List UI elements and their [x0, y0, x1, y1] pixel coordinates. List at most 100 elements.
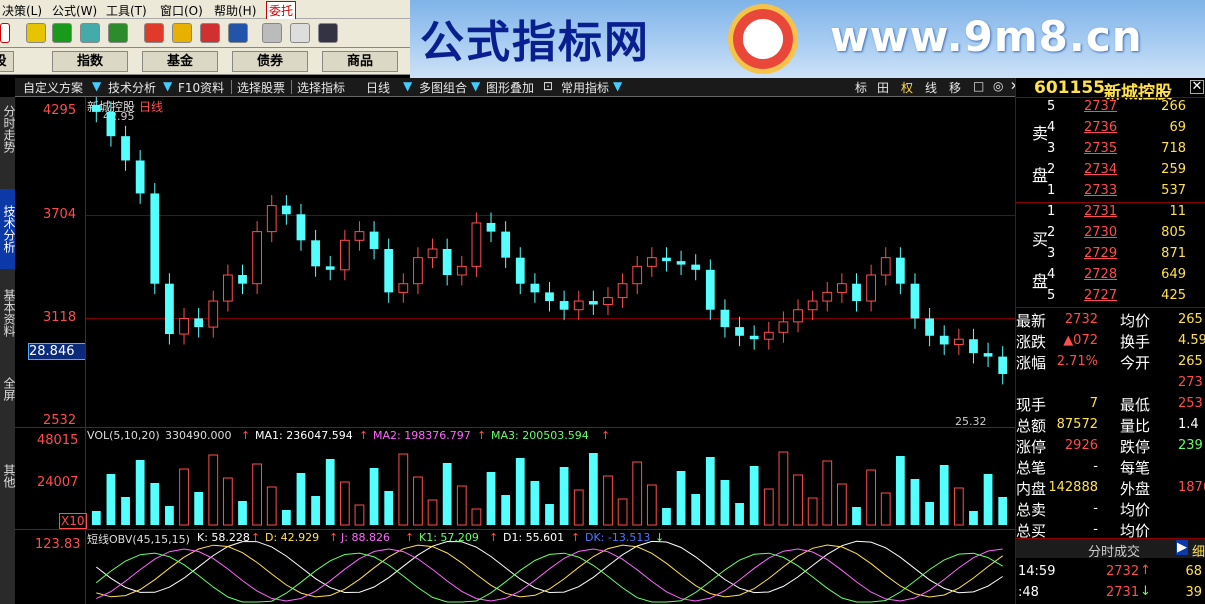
order-row[interactable]: 1 2731 11: [1016, 204, 1205, 225]
order-row[interactable]: 5 2727 425: [1016, 288, 1205, 309]
volume-bar: [238, 501, 247, 525]
menu-window[interactable]: 窗口(O): [160, 2, 203, 19]
order-row[interactable]: 1 2733 537: [1016, 183, 1205, 204]
volume-bar: [106, 474, 116, 525]
bell-icon[interactable]: [108, 23, 128, 43]
chart-plot-area: [91, 97, 1008, 603]
tab-technical[interactable]: 技术分析: [0, 189, 16, 269]
volume-bar: [588, 453, 598, 525]
order-row[interactable]: 4 2728 649: [1016, 267, 1205, 288]
red-s-icon[interactable]: [0, 23, 10, 43]
select-stock-button[interactable]: 选择股票: [237, 79, 285, 96]
menu-help[interactable]: 帮助(H): [214, 2, 256, 19]
mark-button[interactable]: 标: [855, 79, 867, 96]
fund-button[interactable]: 基金: [142, 51, 218, 72]
overlay-button[interactable]: 图形叠加: [486, 79, 534, 96]
diamond-icon[interactable]: [172, 23, 192, 43]
common-indicator-button[interactable]: 常用指标: [561, 79, 609, 96]
tick-price: 2732: [1106, 564, 1140, 579]
stat-value-2: 18760: [1178, 480, 1205, 495]
candle: [296, 214, 306, 241]
tab-fundamentals[interactable]: 基本资料: [0, 283, 16, 343]
custom-scheme-button[interactable]: 自定义方案: [23, 79, 83, 96]
menu-formula[interactable]: 公式(W): [52, 2, 97, 19]
order-row[interactable]: 2 2730 805: [1016, 225, 1205, 246]
red-ball-icon[interactable]: [144, 23, 164, 43]
order-row[interactable]: 4 2736 69: [1016, 120, 1205, 141]
volume-bar: [953, 487, 964, 526]
commodity-button[interactable]: 商品: [322, 51, 398, 72]
rights-button[interactable]: 权: [901, 79, 913, 96]
doc-icon[interactable]: [290, 23, 310, 43]
stat-row: 总卖 - 均价: [1016, 499, 1205, 520]
ticks-detail-tab[interactable]: 细: [1192, 541, 1205, 560]
swirl-icon[interactable]: [200, 23, 220, 43]
banner-url: www.9m8.cn: [830, 12, 1143, 61]
f10-button[interactable]: F10资料: [178, 79, 224, 96]
multi-chart-button[interactable]: 多图组合: [419, 79, 467, 96]
oscillator-line: [95, 540, 1003, 594]
dropdown-arrow-icon[interactable]: ▼: [92, 79, 101, 93]
volume-bar: [354, 504, 365, 526]
target-icon[interactable]: ◎: [993, 79, 1003, 93]
candle: [895, 257, 905, 284]
candle: [208, 300, 219, 328]
grid-icon[interactable]: [26, 23, 46, 43]
volume-bar: [91, 511, 101, 525]
volume-bar: [311, 496, 320, 525]
dropdown-arrow-icon[interactable]: ▼: [163, 79, 172, 93]
bond-button[interactable]: 债券: [232, 51, 308, 72]
menu-tools[interactable]: 工具(T): [106, 2, 147, 19]
order-volume: 425: [1161, 288, 1186, 303]
order-row[interactable]: 2 2734 259: [1016, 162, 1205, 183]
tab-other[interactable]: 其他: [0, 461, 16, 491]
move-button[interactable]: 移: [949, 79, 961, 96]
dropdown-arrow-icon[interactable]: ▼: [403, 79, 412, 93]
page-icon[interactable]: [262, 23, 282, 43]
stat-label: 总笔: [1016, 459, 1047, 477]
volume-bar: [135, 460, 145, 525]
stock-button[interactable]: 股: [0, 51, 14, 72]
line-button[interactable]: 线: [925, 79, 937, 96]
volume-bar: [442, 463, 452, 525]
select-indicator-button[interactable]: 选择指标: [297, 79, 345, 96]
calculator-icon[interactable]: [318, 23, 338, 43]
tab-fullscreen[interactable]: 全屏: [0, 373, 16, 405]
stat-row: 涨停 2926 跌停 239: [1016, 436, 1205, 457]
candle: [486, 222, 496, 232]
tech-analysis-button[interactable]: 技术分析: [108, 79, 156, 96]
candle: [106, 111, 116, 137]
tree-icon[interactable]: [80, 23, 100, 43]
order-row[interactable]: 5 2737 266: [1016, 99, 1205, 120]
order-row[interactable]: 3 2735 718: [1016, 141, 1205, 162]
candle: [121, 136, 130, 161]
common-indicator-icon[interactable]: ⊡: [543, 79, 553, 93]
tab-intraday[interactable]: 分时走势: [0, 101, 16, 157]
candle: [339, 239, 350, 271]
grid-view-button[interactable]: 田: [877, 79, 889, 96]
order-level: 5: [1047, 288, 1056, 303]
candle: [632, 265, 643, 285]
menu-trade[interactable]: 委托: [266, 1, 297, 20]
green-chart-icon[interactable]: [52, 23, 72, 43]
order-level: 3: [1047, 246, 1056, 261]
tick-dir-icon: ↓: [1140, 584, 1151, 599]
tick-time: 14:59: [1018, 564, 1056, 579]
play-icon[interactable]: ▶: [1176, 540, 1188, 555]
order-row[interactable]: 3 2729 871: [1016, 246, 1205, 267]
kline-chart[interactable]: 新城控股 日线 42.95 25.32 4295 3704 3118 2532 …: [15, 97, 1015, 604]
menu-decision[interactable]: 决策(L): [2, 2, 42, 19]
oscillator-line: [96, 548, 1003, 602]
tick-price: 2731: [1106, 585, 1140, 600]
close-icon[interactable]: ✕: [1190, 80, 1204, 94]
index-button[interactable]: 指数: [52, 51, 128, 72]
quote-panel: 601155 新城控股 ✕ 卖 盘 买 盘 5 2737 266 4 2736 69 3 27…: [1015, 78, 1205, 604]
daily-button[interactable]: 日线: [366, 79, 390, 96]
volume-bar: [252, 463, 263, 526]
pen-icon[interactable]: [228, 23, 248, 43]
window-icon[interactable]: □: [973, 79, 984, 93]
dropdown-arrow-icon[interactable]: ▼: [471, 79, 480, 93]
candle: [545, 292, 554, 302]
dropdown-arrow-icon[interactable]: ▼: [613, 79, 622, 93]
order-level: 2: [1047, 162, 1056, 177]
